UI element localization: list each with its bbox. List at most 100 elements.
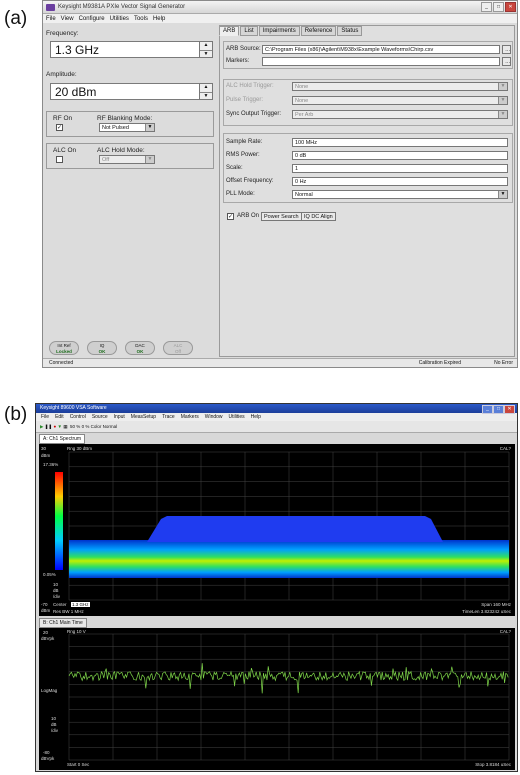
chevron-up-icon[interactable]: ▲ — [200, 42, 212, 51]
amplitude-stepper[interactable]: ▲ ▼ — [199, 83, 213, 100]
center-label: Center — [53, 602, 67, 607]
menu-tools[interactable]: Tools — [134, 16, 148, 22]
alc-indicator[interactable]: ALC Off — [163, 341, 193, 355]
int-ref-indicator[interactable]: Int Ref Locked — [49, 341, 79, 355]
dac-indicator[interactable]: DAC OK — [125, 341, 155, 355]
zoom-value-1[interactable]: 50 % — [70, 424, 80, 429]
sync-output-trigger-select[interactable]: Per Arb ▼ — [292, 110, 508, 119]
spectrum-plot: 30 dBm 17.36% 0.05% 10 dB /div Rng 30 dB… — [39, 444, 515, 602]
vsa-menu-window[interactable]: Window — [205, 413, 223, 421]
maximize-icon[interactable]: □ — [493, 405, 504, 414]
alc-label: ALC — [173, 343, 183, 348]
marker-icon[interactable]: ▼ — [58, 424, 62, 429]
vsa-menu-file[interactable]: File — [41, 413, 49, 421]
center-value[interactable]: 1.3 GHz — [71, 602, 90, 607]
main-time-plot: Rng 10 V CAL? 20 dBVpk LogMag 10 dB /div… — [39, 628, 515, 770]
browse-icon[interactable]: … — [502, 45, 511, 54]
zoom-value-2[interactable]: 0 % — [82, 424, 90, 429]
pulse-trigger-label: Pulse Trigger: — [226, 97, 264, 103]
time-trace-line — [68, 663, 509, 694]
iq-indicator[interactable]: IQ OK — [87, 341, 117, 355]
iq-label: IQ — [99, 343, 105, 348]
tab-arb[interactable]: ARB — [219, 26, 240, 36]
spectrum-scale-unit: dBm — [41, 453, 51, 458]
noise-floor-band — [69, 540, 509, 578]
record-icon[interactable]: ● — [54, 424, 57, 429]
spectrum-div-value: 10 — [53, 582, 59, 587]
chevron-down-icon[interactable]: ▼ — [200, 51, 212, 59]
vsa-menu-source[interactable]: Source — [92, 413, 108, 421]
vsa-menu-trace[interactable]: Trace — [162, 413, 175, 421]
error-status: No Error — [494, 360, 513, 366]
vsa-menu-markers[interactable]: Markers — [181, 413, 199, 421]
tab-bar: ARB List Impairments Reference Status — [219, 26, 363, 36]
tab-list[interactable]: List — [240, 26, 258, 36]
markers-field[interactable] — [262, 57, 500, 66]
menu-help[interactable]: Help — [153, 16, 165, 22]
tab-reference[interactable]: Reference — [300, 26, 337, 36]
density-top-pct: 17.36% — [43, 462, 59, 467]
pause-icon[interactable]: ❚❚ — [45, 424, 53, 429]
close-icon[interactable]: ✕ — [504, 405, 515, 414]
menu-utilities[interactable]: Utilities — [110, 16, 129, 22]
alc-group: ALC On ALC Hold Mode: Off ▼ — [46, 143, 214, 169]
color-select[interactable]: Color Normal — [91, 424, 118, 429]
arb-on-checkbox[interactable]: ✓ — [227, 213, 234, 220]
sync-output-trigger-value: Per Arb — [295, 112, 314, 118]
vsa-menu-input[interactable]: Input — [114, 413, 125, 421]
spectrum-div-unit2: /div — [53, 594, 61, 599]
minimize-icon[interactable]: _ — [481, 2, 492, 12]
vsa-menu-control[interactable]: Control — [70, 413, 86, 421]
minimize-icon[interactable]: _ — [482, 405, 493, 414]
alc-hold-trigger-select[interactable]: None ▼ — [292, 82, 508, 91]
app-logo-icon — [46, 3, 55, 11]
menu-configure[interactable]: Configure — [79, 16, 105, 22]
vsa-menu-bar: File Edit Control Source Input MeasSetup… — [36, 413, 517, 421]
amplitude-field[interactable]: 20 dBm — [50, 83, 200, 100]
title-bar: Keysight M9381A PXIe Vector Signal Gener… — [43, 1, 517, 14]
pulse-trigger-select[interactable]: None ▼ — [292, 96, 508, 105]
sample-rate-field[interactable]: 100 MHz — [292, 138, 508, 147]
tab-impairments[interactable]: Impairments — [258, 26, 300, 36]
main-time-range: Rng 10 V — [67, 629, 86, 634]
offset-frequency-field[interactable]: 0 Hz — [292, 177, 508, 186]
scale-field[interactable]: 1 — [292, 164, 508, 173]
main-time-top-unit: dBVpk — [41, 636, 55, 641]
menu-view[interactable]: View — [61, 16, 74, 22]
status-indicators: Int Ref Locked IQ OK DAC OK ALC Off — [49, 341, 193, 355]
maximize-icon[interactable]: □ — [493, 2, 504, 12]
alc-hold-select[interactable]: Off ▼ — [99, 155, 155, 164]
grid-icon[interactable]: ▦ — [63, 424, 67, 429]
spectrum-tab[interactable]: A: Ch1 Spectrum — [39, 434, 86, 444]
scale-label: Scale: — [226, 165, 243, 171]
play-icon[interactable]: ▶ — [40, 424, 43, 429]
frequency-stepper[interactable]: ▲ ▼ — [199, 41, 213, 58]
vsa-menu-help[interactable]: Help — [251, 413, 261, 421]
power-search-button[interactable]: Power Search — [261, 212, 302, 221]
iq-dc-align-button[interactable]: IQ DC Align — [301, 212, 336, 221]
spectrum-bottom-unit: dBm — [41, 608, 51, 613]
spectrum-footer: -70 dBm Center 1.3 GHz Res BW 1 MHz Span… — [39, 602, 515, 616]
arb-source-field[interactable]: C:\Program Files (x86)\Agilent\M938x\Exa… — [262, 45, 500, 54]
rf-on-checkbox[interactable]: ✓ — [56, 124, 63, 131]
main-time-tab[interactable]: B: Ch1 Main Time — [39, 618, 87, 628]
tab-status[interactable]: Status — [337, 26, 363, 36]
pll-mode-select[interactable]: Normal ▼ — [292, 190, 508, 199]
vsa-menu-edit[interactable]: Edit — [55, 413, 64, 421]
main-time-start: Start 0 Sec — [67, 762, 90, 767]
alc-on-checkbox[interactable] — [56, 156, 63, 163]
close-icon[interactable]: ✕ — [505, 2, 516, 12]
vsa-menu-utilities[interactable]: Utilities — [229, 413, 245, 421]
vsa-menu-meassetup[interactable]: MeasSetup — [131, 413, 156, 421]
menu-file[interactable]: File — [46, 16, 56, 22]
density-bottom-pct: 0.05% — [43, 572, 56, 577]
frequency-label: Frequency: — [46, 30, 79, 37]
frequency-field[interactable]: 1.3 GHz — [50, 41, 200, 58]
rf-blanking-select[interactable]: Not Pulsed ▼ — [99, 123, 155, 132]
chevron-up-icon[interactable]: ▲ — [200, 84, 212, 93]
rms-power-field[interactable]: 0 dB — [292, 151, 508, 160]
dac-label: DAC — [135, 343, 145, 348]
browse-icon[interactable]: … — [502, 57, 511, 66]
chevron-down-icon[interactable]: ▼ — [200, 93, 212, 101]
chevron-down-icon: ▼ — [145, 156, 154, 163]
